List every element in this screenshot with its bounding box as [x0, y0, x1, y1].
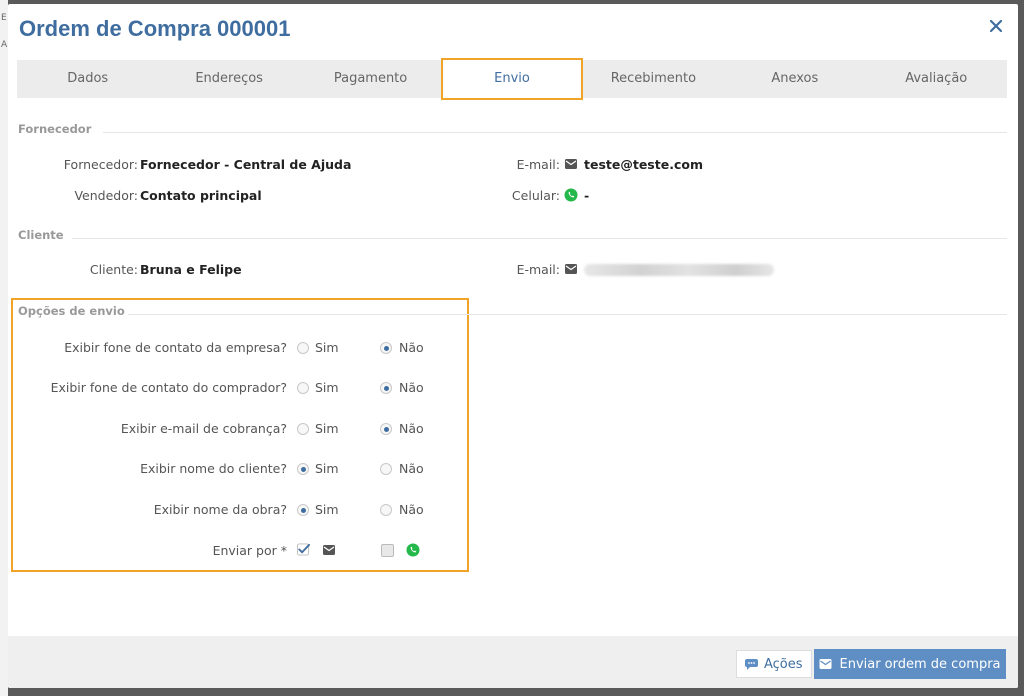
vendedor-value: Contato principal — [140, 188, 262, 203]
fornecedor-value: Fornecedor - Central de Ajuda — [140, 157, 352, 172]
radio-sim-label: Sim — [315, 421, 339, 436]
acoes-label: Ações — [764, 656, 803, 672]
celular-value: - — [584, 188, 590, 203]
section-opcoes-title: Opções de envio — [18, 304, 125, 318]
vendedor-label: Vendedor: — [74, 188, 138, 203]
enviar-whatsapp-checkbox[interactable] — [381, 544, 394, 557]
tab-envio[interactable]: Envio — [441, 58, 583, 100]
radio-sim[interactable] — [297, 504, 309, 516]
radio-sim[interactable] — [297, 342, 309, 354]
enviar-ordem-button[interactable]: Enviar ordem de compra — [814, 649, 1006, 679]
tab-pagamento[interactable]: Pagamento — [300, 60, 441, 98]
radio-nao-label: Não — [399, 380, 424, 395]
radio-sim-label: Sim — [315, 502, 339, 517]
radio-sim[interactable] — [297, 463, 309, 475]
chat-bubble-icon — [745, 658, 758, 670]
fornecedor-label: Fornecedor: — [63, 157, 138, 172]
radio-nao[interactable] — [380, 342, 392, 354]
enviar-ordem-label: Enviar ordem de compra — [839, 656, 1001, 672]
radio-nao[interactable] — [380, 504, 392, 516]
opcao-question-label: Exibir nome do cliente? — [140, 461, 287, 476]
fornecedor-email-label: E-mail: — [516, 157, 560, 172]
enviar-por-label: Enviar por * — [212, 543, 287, 558]
opcao-question-label: Exibir fone de contato do comprador? — [50, 380, 287, 395]
radio-sim[interactable] — [297, 382, 309, 394]
radio-nao[interactable] — [380, 463, 392, 475]
radio-nao-label: Não — [399, 340, 424, 355]
cliente-email-label: E-mail: — [516, 262, 560, 277]
acoes-button[interactable]: Ações — [736, 650, 812, 678]
purchase-order-modal: Ordem de Compra 000001 Dados Endereços P… — [8, 4, 1018, 688]
section-divider — [128, 314, 1007, 315]
tab-dados[interactable]: Dados — [17, 60, 158, 98]
radio-nao-label: Não — [399, 502, 424, 517]
celular-label: Celular: — [511, 188, 560, 203]
close-icon[interactable] — [988, 18, 1004, 34]
opcao-question-label: Exibir nome da obra? — [153, 502, 287, 517]
section-cliente-title: Cliente — [18, 228, 64, 242]
radio-sim-label: Sim — [315, 380, 339, 395]
tab-enderecos[interactable]: Endereços — [158, 60, 299, 98]
opcao-question-label: Exibir fone de contato da empresa? — [64, 340, 287, 355]
tab-bar: Dados Endereços Pagamento Envio Recebime… — [17, 58, 1007, 100]
envelope-icon — [323, 545, 335, 555]
whatsapp-icon — [564, 188, 578, 202]
cliente-label: Cliente: — [89, 262, 138, 277]
envelope-icon — [565, 159, 577, 169]
tab-recebimento[interactable]: Recebimento — [583, 60, 724, 98]
background-page-edge: E A — [0, 0, 8, 696]
tab-avaliacao[interactable]: Avaliação — [866, 60, 1007, 98]
cliente-email-redacted — [584, 264, 774, 276]
opcao-question-label: Exibir e-mail de cobrança? — [120, 421, 287, 436]
radio-nao[interactable] — [380, 423, 392, 435]
section-fornecedor-title: Fornecedor — [18, 122, 92, 136]
section-divider — [103, 132, 1007, 133]
fornecedor-email-value: teste@teste.com — [584, 157, 703, 172]
modal-title: Ordem de Compra 000001 — [19, 16, 291, 41]
section-divider — [72, 238, 1007, 239]
whatsapp-icon — [406, 543, 420, 557]
envelope-icon — [819, 659, 832, 669]
radio-nao-label: Não — [399, 421, 424, 436]
modal-footer: Ações Enviar ordem de compra — [8, 636, 1018, 688]
radio-sim-label: Sim — [315, 461, 339, 476]
cliente-value: Bruna e Felipe — [140, 262, 242, 277]
radio-sim[interactable] — [297, 423, 309, 435]
radio-nao[interactable] — [380, 382, 392, 394]
tab-anexos[interactable]: Anexos — [724, 60, 865, 98]
radio-nao-label: Não — [399, 461, 424, 476]
enviar-email-checkbox[interactable] — [297, 543, 310, 556]
radio-sim-label: Sim — [315, 340, 339, 355]
envelope-icon — [565, 264, 577, 274]
